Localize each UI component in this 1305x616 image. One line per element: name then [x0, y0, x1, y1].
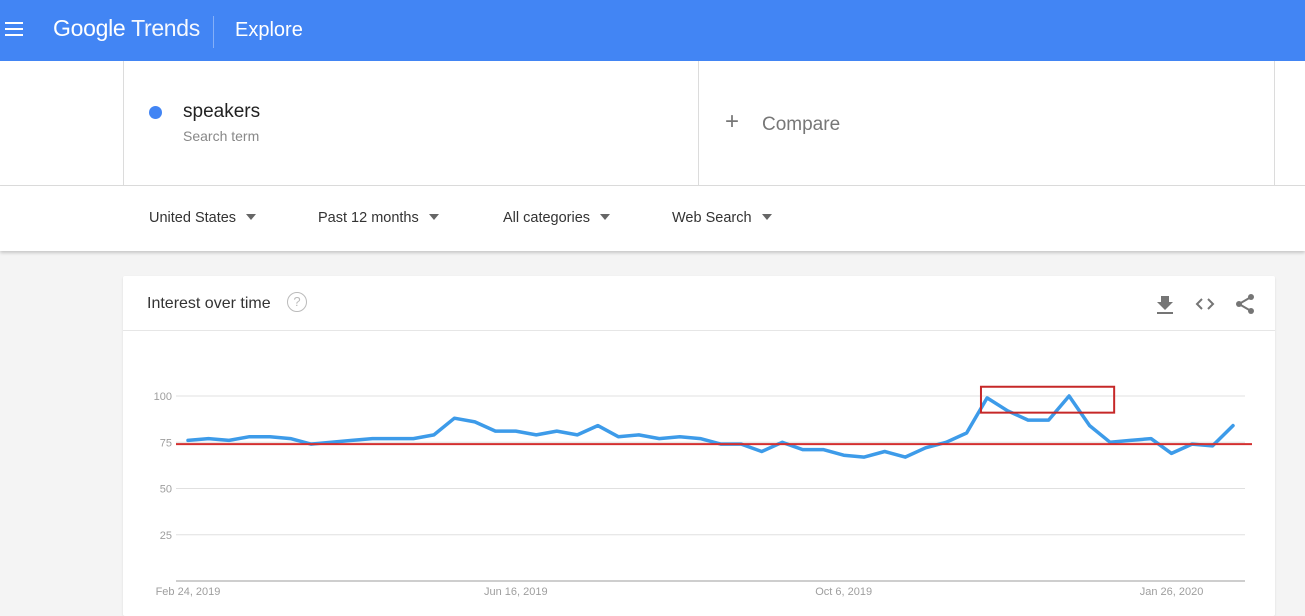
- data-point[interactable]: [514, 429, 518, 433]
- data-point[interactable]: [1026, 418, 1030, 422]
- data-point[interactable]: [678, 435, 682, 439]
- data-point[interactable]: [370, 437, 374, 441]
- data-point[interactable]: [1170, 451, 1174, 455]
- data-point[interactable]: [555, 429, 559, 433]
- x-axis-ticks: Feb 24, 2019 Jun 16, 2019 Oct 6, 2019 Jan 2…: [156, 586, 1204, 598]
- data-point[interactable]: [534, 433, 538, 437]
- interest-chart[interactable]: 25 50 75 100 Feb 24, 2019 Jun 16, 2019 Oct 6,…: [0, 0, 1305, 606]
- data-point[interactable]: [391, 437, 395, 441]
- x-tick-label: Jan 26, 2020: [1140, 586, 1204, 598]
- series-points: [186, 394, 1235, 459]
- data-point[interactable]: [596, 424, 600, 428]
- highlight-box-annotation: [979, 385, 1116, 414]
- data-point[interactable]: [227, 438, 231, 442]
- data-point[interactable]: [883, 450, 887, 454]
- data-point[interactable]: [452, 416, 456, 420]
- data-point[interactable]: [411, 437, 415, 441]
- y-tick-label: 75: [160, 437, 172, 449]
- data-point[interactable]: [821, 448, 825, 452]
- data-point[interactable]: [924, 446, 928, 450]
- x-tick-label: Feb 24, 2019: [156, 586, 221, 598]
- data-point[interactable]: [616, 435, 620, 439]
- data-point[interactable]: [247, 435, 251, 439]
- x-tick-label: Jun 16, 2019: [484, 586, 548, 598]
- data-point[interactable]: [493, 429, 497, 433]
- data-point[interactable]: [1231, 424, 1235, 428]
- data-point[interactable]: [268, 435, 272, 439]
- data-point[interactable]: [1129, 438, 1133, 442]
- data-point[interactable]: [657, 437, 661, 441]
- data-point[interactable]: [206, 437, 210, 441]
- data-point[interactable]: [965, 431, 969, 435]
- y-tick-label: 50: [160, 484, 172, 496]
- data-point[interactable]: [186, 438, 190, 442]
- x-tick-label: Oct 6, 2019: [815, 586, 872, 598]
- y-tick-label: 100: [154, 391, 172, 403]
- data-point[interactable]: [637, 433, 641, 437]
- data-point[interactable]: [432, 433, 436, 437]
- data-point[interactable]: [1088, 424, 1092, 428]
- data-point[interactable]: [350, 438, 354, 442]
- data-point[interactable]: [985, 396, 989, 400]
- y-tick-label: 25: [160, 530, 172, 542]
- data-point[interactable]: [1149, 437, 1153, 441]
- data-point[interactable]: [473, 420, 477, 424]
- data-point[interactable]: [842, 453, 846, 457]
- data-point[interactable]: [288, 437, 292, 441]
- y-axis-ticks: 25 50 75 100: [154, 391, 172, 542]
- data-point[interactable]: [575, 433, 579, 437]
- series-line-speakers[interactable]: [186, 394, 1235, 459]
- data-point[interactable]: [903, 455, 907, 459]
- data-point[interactable]: [1047, 418, 1051, 422]
- data-point[interactable]: [1067, 394, 1071, 398]
- data-point[interactable]: [760, 450, 764, 454]
- data-point[interactable]: [862, 455, 866, 459]
- data-point[interactable]: [801, 448, 805, 452]
- data-point[interactable]: [698, 437, 702, 441]
